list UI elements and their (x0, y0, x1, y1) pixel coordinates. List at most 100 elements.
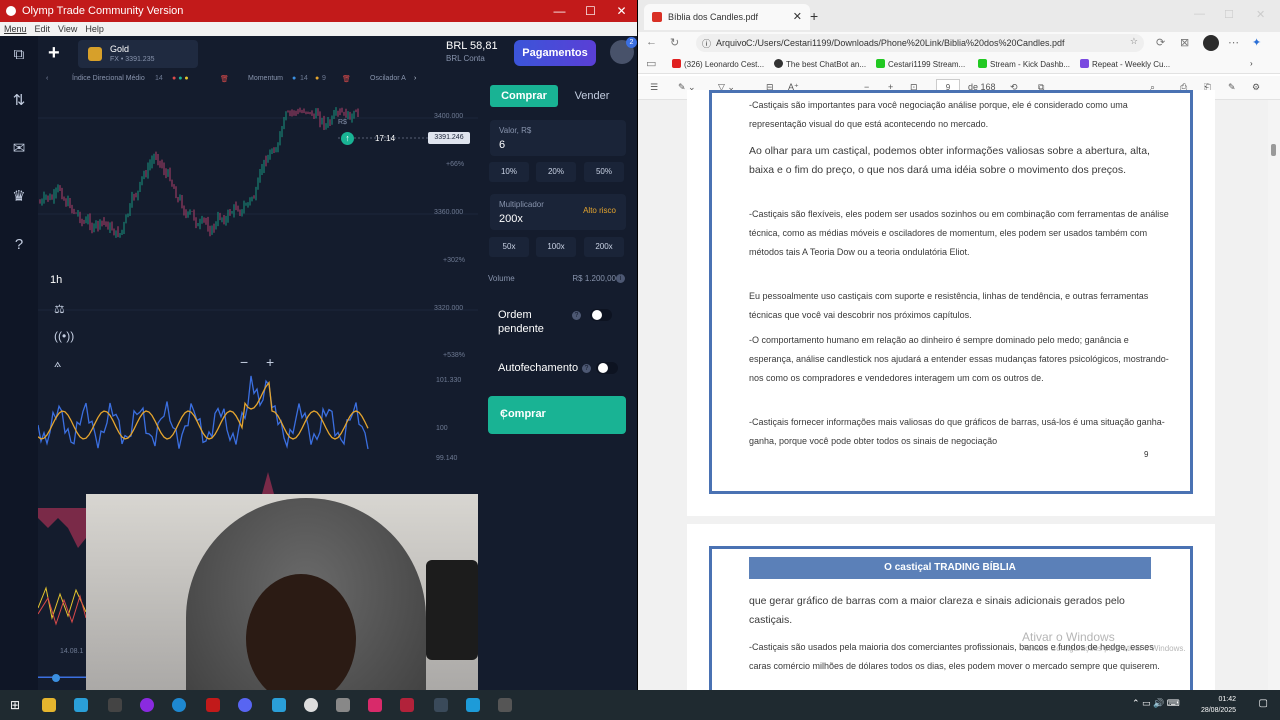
settings-icon[interactable]: ⚙ (1252, 82, 1260, 93)
zoom-in-button[interactable]: + (266, 354, 274, 370)
menu-item-help[interactable]: Help (85, 24, 104, 34)
app-icon[interactable] (400, 698, 414, 712)
asset-selector[interactable]: Gold FX • 3391.235 (78, 40, 198, 68)
tab-pdf[interactable]: Bíblia dos Candles.pdf ✕ (644, 4, 810, 30)
bookmark-kick-dashboard[interactable]: Stream - Kick Dashb... (978, 59, 1070, 69)
menu-item-view[interactable]: View (58, 24, 77, 34)
bookmark-repeat[interactable]: Repeat - Weekly Cu... (1080, 59, 1170, 69)
pdf-scrollbar[interactable] (1268, 100, 1280, 690)
amount-chip-50[interactable]: 50% (584, 162, 624, 182)
address-bar[interactable]: ⓘ Arquivo C:/Users/Cestari1199/Downloads… (696, 34, 1144, 52)
indicator-momentum[interactable]: Momentum (248, 75, 283, 82)
obs-icon[interactable] (304, 698, 318, 712)
trash-icon[interactable]: 🗑 (342, 75, 351, 83)
indicator-oscillator[interactable]: Oscilador A (370, 75, 406, 82)
amount-chip-10[interactable]: 10% (489, 162, 529, 182)
menu-item-menu[interactable]: Menu (4, 24, 27, 34)
close-button[interactable]: ✕ (606, 4, 637, 18)
help-icon[interactable]: ? (10, 236, 28, 254)
app-icon[interactable] (434, 698, 448, 712)
amount-field[interactable]: Valor, R$ 6 (490, 120, 626, 156)
tray-icons[interactable]: ⌃ ▭ 🔊 ⌨ (1132, 698, 1180, 709)
reload-icon[interactable]: ↻ (670, 36, 679, 49)
maximize-button[interactable]: ☐ (1224, 8, 1234, 21)
indicator-adx[interactable]: Índice Direcional Médio (72, 75, 145, 82)
new-tab-button[interactable]: + (810, 8, 818, 24)
signals-icon[interactable]: ((•)) (54, 329, 74, 343)
bookmark-kick-stream[interactable]: Cestari1199 Stream... (876, 59, 965, 69)
buy-button[interactable]: Comprar ↑ (488, 396, 626, 434)
collections-icon[interactable]: ⊠ (1180, 36, 1189, 49)
axis-label: 3400.000 (434, 113, 464, 120)
sidebar-icon[interactable]: ▭ (646, 57, 656, 70)
price-chart[interactable] (38, 92, 478, 392)
app-icon[interactable] (368, 698, 382, 712)
app-icon[interactable] (140, 698, 154, 712)
multiplier-field[interactable]: Multiplicador 200x Alto risco (490, 194, 626, 230)
notifications-icon[interactable]: ▢ (1259, 698, 1268, 709)
profile-avatar[interactable] (1203, 35, 1219, 51)
timeline-slider-handle[interactable] (52, 674, 60, 682)
minimize-button[interactable]: — (1194, 8, 1205, 20)
scrollbar-thumb[interactable] (1271, 144, 1276, 156)
address-url[interactable]: C:/Users/Cestari1199/Downloads/Phone%20L… (746, 38, 1065, 48)
telegram-icon[interactable] (74, 698, 88, 712)
amount-chip-20[interactable]: 20% (536, 162, 576, 182)
timeframe-selector[interactable]: 1h (50, 274, 62, 286)
discord-icon[interactable] (238, 698, 252, 712)
next-indicator-icon[interactable]: › (414, 75, 416, 82)
info-icon[interactable]: ? (582, 364, 591, 373)
multiplier-chip-50x[interactable]: 50x (489, 237, 529, 257)
copilot-icon[interactable]: ✦ (1252, 36, 1261, 49)
more-bookmarks-icon[interactable]: › (1250, 59, 1253, 68)
info-icon[interactable]: ? (572, 311, 581, 320)
payments-button[interactable]: Pagamentos (514, 40, 596, 66)
account-balance[interactable]: BRL 58,81 BRL Conta (446, 40, 498, 63)
windows-start-icon[interactable]: ⊞ (10, 698, 24, 712)
prev-indicator-icon[interactable]: ‹ (46, 75, 48, 82)
settings-icon[interactable] (336, 698, 350, 712)
drawing-tools-icon[interactable]: ⟑ (54, 356, 61, 371)
chart-icon[interactable]: ⧉ (10, 46, 28, 64)
menu-item-edit[interactable]: Edit (35, 24, 51, 34)
autoclose-toggle[interactable] (596, 362, 618, 374)
maximize-button[interactable]: ☐ (575, 4, 606, 18)
inbox-icon[interactable]: ✉ (10, 140, 28, 158)
amount-value[interactable]: 6 (499, 139, 505, 151)
save-as-icon[interactable]: ✎ (1228, 82, 1236, 93)
olymp-trade-icon[interactable] (206, 698, 220, 712)
contents-icon[interactable]: ☰ (650, 82, 658, 93)
indicators-icon[interactable]: ⚖ (54, 302, 65, 316)
open-trade-up-icon[interactable]: ↑ (341, 132, 354, 145)
zoom-out-button[interactable]: − (240, 354, 248, 370)
back-icon[interactable]: ← (646, 36, 657, 48)
app-icon[interactable] (272, 698, 286, 712)
app-icon[interactable] (108, 698, 122, 712)
trades-icon[interactable]: ⇅ (10, 92, 28, 110)
app-icon[interactable] (498, 698, 512, 712)
info-icon[interactable]: ⓘ (702, 37, 711, 50)
star-icon[interactable]: ☆ (1130, 36, 1138, 47)
trophy-icon[interactable]: ♛ (10, 188, 28, 206)
minimize-button[interactable]: — (544, 4, 575, 18)
taskbar-clock[interactable]: 01:42 28/08/2025 (1201, 694, 1236, 716)
multiplier-chip-100x[interactable]: 100x (536, 237, 576, 257)
multiplier-value[interactable]: 200x (499, 213, 523, 225)
avatar[interactable]: 2 (610, 37, 637, 64)
bookmark-youtube[interactable]: (326) Leonardo Cest... (672, 59, 764, 69)
close-tab-icon[interactable]: ✕ (793, 10, 802, 23)
pending-order-toggle[interactable] (590, 309, 612, 321)
app-icon[interactable] (466, 698, 480, 712)
extensions-icon[interactable]: ⟳ (1156, 36, 1165, 49)
add-asset-button[interactable]: + (48, 42, 60, 65)
close-button[interactable]: ✕ (1256, 8, 1265, 21)
file-explorer-icon[interactable] (42, 698, 56, 712)
trash-icon[interactable]: 🗑 (220, 75, 229, 83)
info-icon[interactable]: i (616, 274, 625, 283)
bookmark-chatbot[interactable]: The best ChatBot an... (774, 59, 866, 69)
tab-buy[interactable]: Comprar (490, 85, 558, 107)
tab-sell[interactable]: Vender (558, 85, 626, 107)
edge-icon[interactable] (172, 698, 186, 712)
multiplier-chip-200x[interactable]: 200x (584, 237, 624, 257)
more-icon[interactable]: ⋯ (1228, 36, 1239, 49)
